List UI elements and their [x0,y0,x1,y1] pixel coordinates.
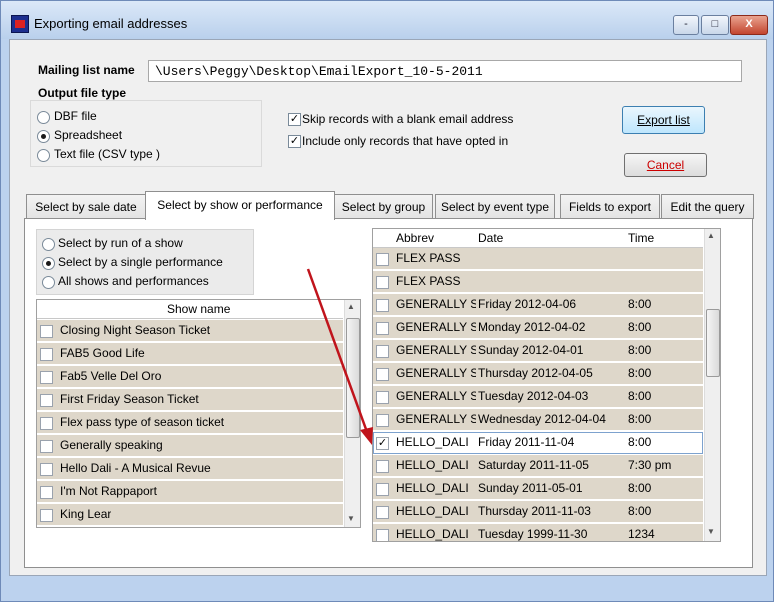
minimize-button[interactable]: - [673,15,699,35]
close-button[interactable]: X [730,15,768,35]
app-icon [11,15,29,33]
annotation-arrow [306,268,373,445]
annotation-arrow-head [360,427,373,445]
maximize-button[interactable]: □ [701,15,729,35]
dialog-body: Mailing list name \Users\Peggy\Desktop\E… [9,39,767,576]
annotation-arrow-line [306,268,369,433]
tab[interactable]: Select by show or performance [145,191,335,220]
title-bar[interactable]: Exporting email addresses - □ X [1,1,773,39]
export-window: Exporting email addresses - □ X Mailing … [0,0,774,602]
window-title: Exporting email addresses [34,16,188,31]
